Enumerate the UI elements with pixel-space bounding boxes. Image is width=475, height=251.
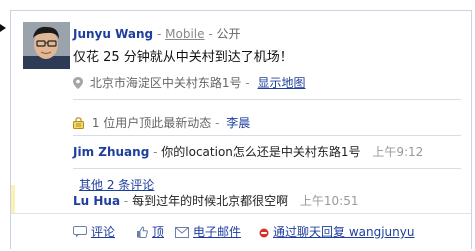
post-header: Junyu Wang - Mobile - 公开: [73, 25, 241, 42]
selection-caret: [0, 24, 6, 32]
comment-time: 上午9:12: [372, 145, 424, 159]
post-card: Junyu Wang - Mobile - 公开 仅花 25 分钟就从中关村到达…: [10, 10, 472, 250]
source-link[interactable]: Mobile: [165, 27, 204, 41]
comment-item: Jim Zhuang - 你的location怎么还是中关村东路1号 上午9:1…: [73, 143, 423, 160]
email-icon: [175, 227, 189, 241]
chat-reply-button[interactable]: 通过聊天回复 wangjunyu: [259, 223, 414, 241]
comment-author[interactable]: Jim Zhuang: [73, 145, 149, 159]
email-label[interactable]: 电子邮件: [193, 225, 241, 239]
chat-reply-label[interactable]: 通过聊天回复 wangjunyu: [273, 225, 414, 239]
likes-text: 1 位用户顶此最新动态: [91, 116, 212, 130]
comment-text: 你的location怎么还是中关村东路1号: [161, 145, 361, 159]
top-label[interactable]: 顶: [152, 225, 164, 239]
thumb-up-icon: [136, 226, 148, 241]
visibility-label: 公开: [216, 27, 241, 41]
chat-status-icon: [259, 227, 269, 241]
comment-time: 上午10:51: [299, 194, 359, 208]
comment-item: Lu Hua - 每到过年的时候北京都很空啊 上午10:51: [73, 192, 359, 209]
divider: [73, 99, 461, 100]
likes-row: 1 位用户顶此最新动态 - 李晨: [73, 114, 250, 131]
email-button[interactable]: 电子邮件: [175, 223, 241, 241]
top-button[interactable]: 顶: [136, 223, 164, 241]
comment-text: 每到过年的时候北京都很空啊: [132, 194, 289, 208]
lock-icon: [73, 117, 84, 129]
separator: -: [215, 116, 220, 130]
show-map-link[interactable]: 显示地图: [257, 76, 305, 90]
action-bar: 评论 顶 电子邮件 通过聊天回复 wangjunyu: [11, 213, 471, 250]
liker-link[interactable]: 李晨: [226, 116, 250, 130]
location-row: 北京市海淀区中关村东路1号 - 显示地图: [73, 74, 305, 91]
comment-icon: [73, 226, 87, 241]
map-pin-icon: [73, 77, 83, 89]
separator: -: [208, 27, 213, 41]
author-name[interactable]: Junyu Wang: [73, 27, 153, 41]
avatar[interactable]: [23, 22, 70, 69]
separator: -: [123, 194, 129, 208]
separator: -: [153, 145, 158, 159]
new-comment-highlight: [11, 185, 15, 213]
location-text: 北京市海淀区中关村东路1号: [89, 76, 242, 90]
comment-button[interactable]: 评论: [73, 223, 115, 241]
divider: [73, 168, 461, 169]
separator: -: [156, 27, 162, 41]
comment-author[interactable]: Lu Hua: [73, 194, 120, 208]
post-text: 仅花 25 分钟就从中关村到达了机场！: [73, 50, 293, 65]
more-comments-link[interactable]: 其他 2 条评论: [79, 176, 154, 193]
separator: -: [245, 76, 250, 90]
comment-label[interactable]: 评论: [91, 225, 115, 239]
divider: [73, 135, 461, 136]
